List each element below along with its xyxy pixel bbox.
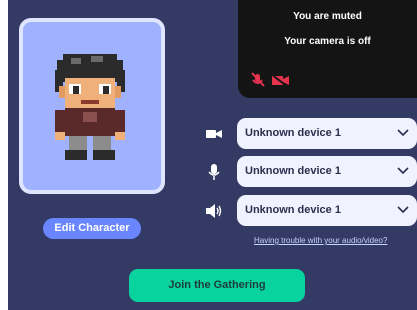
- status-icons: [251, 72, 289, 88]
- speaker-device-row: Unknown device 1: [205, 195, 417, 226]
- speaker-icon: [206, 204, 222, 218]
- character-sprite: [55, 54, 125, 160]
- chevron-down-icon: [397, 129, 409, 137]
- microphone-select-value: Unknown device 1: [245, 165, 341, 177]
- camera-off-icon: [270, 73, 289, 88]
- edit-character-button[interactable]: Edit Character: [43, 218, 141, 239]
- microphone-device-row: Unknown device 1: [205, 156, 417, 187]
- camera-select[interactable]: Unknown device 1: [237, 118, 417, 149]
- muted-status: You are muted: [293, 11, 362, 22]
- microphone-icon: [208, 164, 220, 180]
- camera-icon: [206, 130, 222, 138]
- chevron-down-icon: [397, 206, 409, 214]
- video-preview: You are muted Your camera is off: [238, 0, 417, 98]
- camera-select-value: Unknown device 1: [245, 127, 341, 139]
- speaker-select-value: Unknown device 1: [245, 204, 341, 216]
- troubleshoot-link[interactable]: Having trouble with your audio/video?: [254, 236, 387, 245]
- speaker-select[interactable]: Unknown device 1: [237, 195, 417, 226]
- join-gathering-button[interactable]: Join the Gathering: [129, 269, 305, 302]
- camera-status: Your camera is off: [284, 36, 371, 47]
- microphone-select[interactable]: Unknown device 1: [237, 156, 417, 187]
- camera-device-row: Unknown device 1: [205, 118, 417, 149]
- avatar-preview: [19, 18, 165, 194]
- mic-muted-icon: [251, 72, 265, 87]
- chevron-down-icon: [397, 167, 409, 175]
